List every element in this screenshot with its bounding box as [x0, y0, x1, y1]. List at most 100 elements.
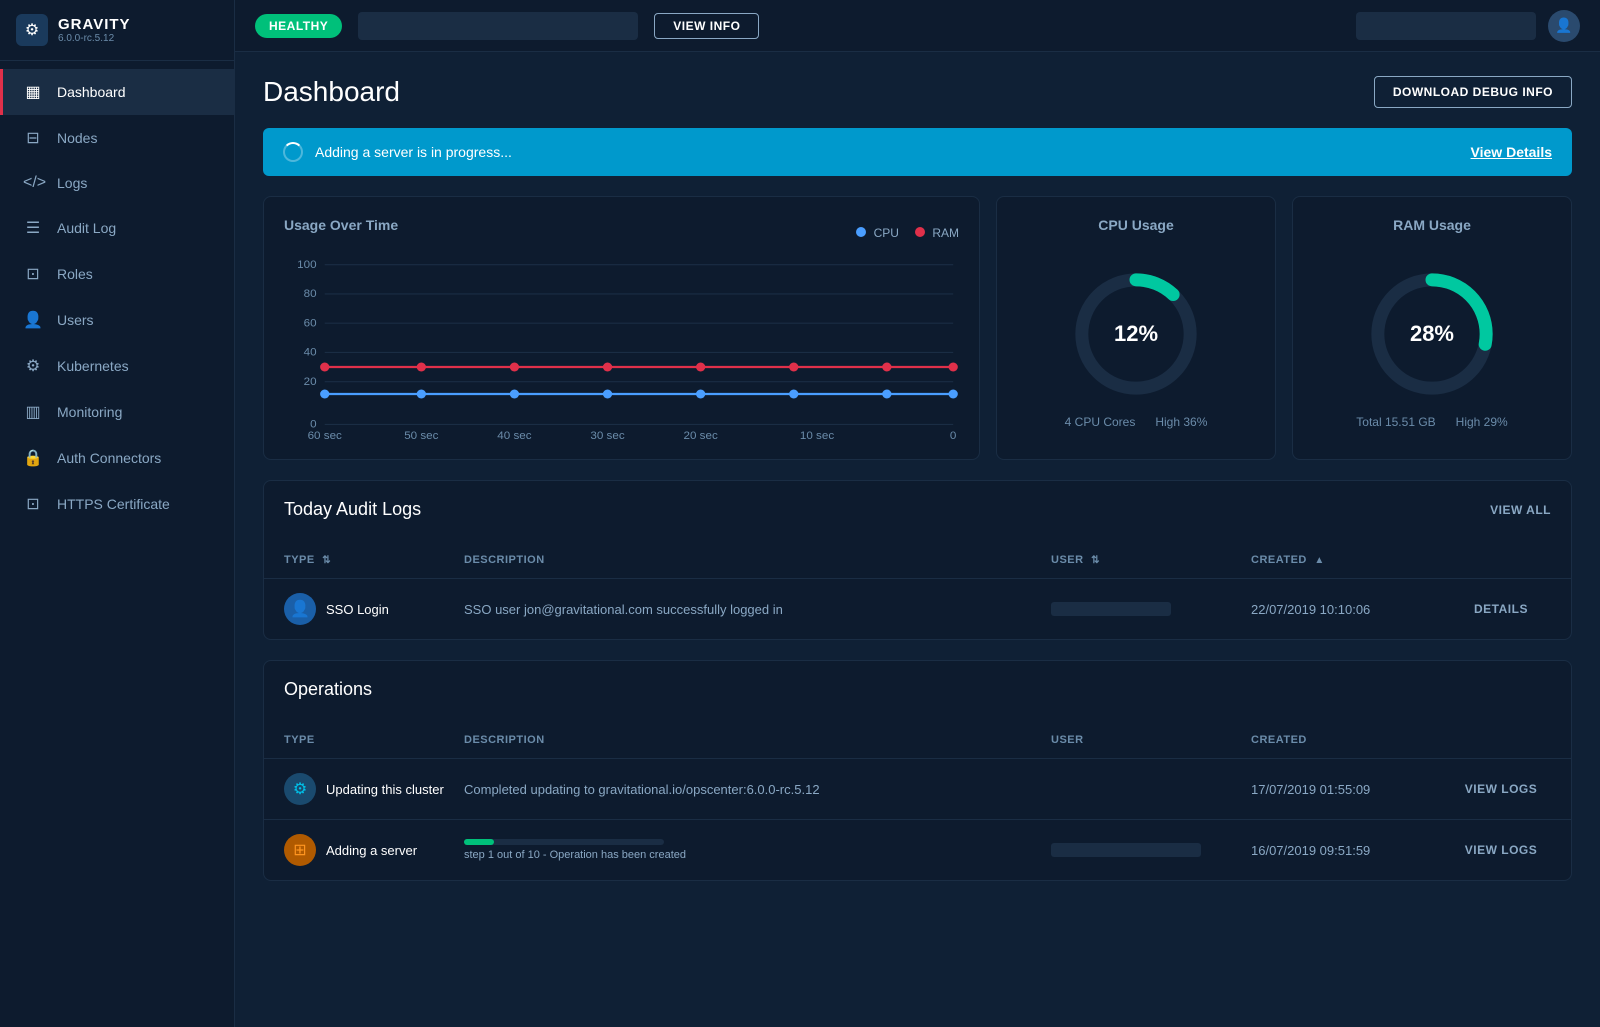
operations-table-header: TYPE DESCRIPTION USER CREATED	[264, 722, 1571, 759]
progress-bar-inner	[464, 839, 494, 845]
progress-banner-link[interactable]: View Details	[1471, 144, 1552, 160]
sidebar-item-label: Nodes	[57, 130, 97, 146]
ram-high-label: High 29%	[1456, 415, 1508, 429]
operations-section-header: Operations	[284, 679, 1551, 700]
sidebar-item-logs[interactable]: </> Logs	[0, 161, 234, 205]
cpu-dot	[603, 390, 612, 399]
sidebar-item-label: Audit Log	[57, 220, 116, 236]
ram-gauge-wrapper: 28%	[1367, 269, 1497, 399]
sidebar-item-auth-connectors[interactable]: 🔒 Auth Connectors	[0, 435, 234, 481]
ram-legend-item: RAM	[915, 226, 959, 240]
ops-col-action	[1451, 734, 1551, 746]
topbar: HEALTHY VIEW INFO 👤	[235, 0, 1600, 52]
user-placeholder	[1051, 843, 1201, 857]
ram-dot	[696, 363, 705, 372]
operations-header-wrapper: Operations	[264, 661, 1571, 722]
cpu-usage-title: CPU Usage	[1098, 217, 1173, 233]
col-type: TYPE ⇅	[284, 554, 464, 566]
sidebar-item-kubernetes[interactable]: ⚙ Kubernetes	[0, 343, 234, 389]
ram-gauge-stats: Total 15.51 GB High 29%	[1356, 415, 1507, 429]
operations-section: Operations TYPE DESCRIPTION USER CREATED…	[263, 660, 1572, 881]
type-label: Updating this cluster	[326, 782, 444, 797]
sidebar-item-label: HTTPS Certificate	[57, 496, 170, 512]
ram-dot	[603, 363, 612, 372]
svg-text:40 sec: 40 sec	[497, 430, 532, 439]
description-cell: SSO user jon@gravitational.com successfu…	[464, 602, 1051, 617]
user-sort-icon: ⇅	[1091, 555, 1100, 566]
audit-log-icon: ☰	[23, 218, 43, 238]
created-cell: 16/07/2019 09:51:59	[1251, 843, 1451, 858]
sidebar-item-dashboard[interactable]: ▦ Dashboard	[0, 69, 234, 115]
ram-dot	[510, 363, 519, 372]
col-action	[1451, 554, 1551, 566]
audit-logs-title: Today Audit Logs	[284, 499, 421, 520]
download-debug-info-button[interactable]: DOWNLOAD DEBUG INFO	[1374, 76, 1572, 108]
svg-text:50 sec: 50 sec	[404, 430, 439, 439]
users-icon: 👤	[23, 310, 43, 330]
status-badge: HEALTHY	[255, 14, 342, 38]
view-logs-button[interactable]: VIEW LOGS	[1451, 843, 1551, 857]
ram-dot	[789, 363, 798, 372]
https-certificate-icon: ⊡	[23, 494, 43, 514]
audit-logs-view-all-button[interactable]: VIEW ALL	[1490, 503, 1551, 517]
ram-legend-dot	[915, 227, 925, 237]
topbar-cluster-name	[358, 12, 638, 40]
page-title: Dashboard	[263, 76, 400, 108]
cpu-dot	[417, 390, 426, 399]
sidebar-item-users[interactable]: 👤 Users	[0, 297, 234, 343]
cpu-high-label: High 36%	[1155, 415, 1207, 429]
sidebar: ⚙ GRAVITY 6.0.0-rc.5.12 ▦ Dashboard ⊟ No…	[0, 0, 235, 1027]
auth-connectors-icon: 🔒	[23, 448, 43, 468]
chart-svg: 100 80 60 40 20 0	[284, 259, 959, 439]
sidebar-item-https-certificate[interactable]: ⊡ HTTPS Certificate	[0, 481, 234, 527]
sidebar-item-monitoring[interactable]: ▥ Monitoring	[0, 389, 234, 435]
details-button[interactable]: DETAILS	[1451, 602, 1551, 616]
audit-logs-table-header: TYPE ⇅ DESCRIPTION USER ⇅ CREATED ▲	[264, 542, 1571, 579]
sidebar-item-nodes[interactable]: ⊟ Nodes	[0, 115, 234, 161]
avatar: 👤	[1548, 10, 1580, 42]
user-cell	[1051, 843, 1251, 857]
user-cell	[1051, 602, 1251, 616]
type-cell: ⚙ Updating this cluster	[284, 773, 464, 805]
view-info-button[interactable]: VIEW INFO	[654, 13, 759, 39]
sidebar-item-roles[interactable]: ⊡ Roles	[0, 251, 234, 297]
progress-banner-message: Adding a server is in progress...	[315, 144, 512, 160]
svg-text:20 sec: 20 sec	[684, 430, 719, 439]
sidebar-item-audit-log[interactable]: ☰ Audit Log	[0, 205, 234, 251]
type-label: Adding a server	[326, 843, 417, 858]
progress-spinner	[283, 142, 303, 162]
audit-logs-section: Today Audit Logs VIEW ALL TYPE ⇅ DESCRIP…	[263, 480, 1572, 640]
page-header: Dashboard DOWNLOAD DEBUG INFO	[263, 76, 1572, 108]
ram-dot	[882, 363, 891, 372]
usage-over-time-card: Usage Over Time CPU RAM	[263, 196, 980, 460]
cpu-usage-card: CPU Usage 12% 4 CPU Cores High 36%	[996, 196, 1276, 460]
cpu-dot	[949, 390, 958, 399]
col-created: CREATED ▲	[1251, 554, 1451, 566]
description-cell: Completed updating to gravitational.io/o…	[464, 782, 1051, 797]
update-icon: ⚙	[284, 773, 316, 805]
cpu-dot	[882, 390, 891, 399]
cpu-dot	[510, 390, 519, 399]
sso-icon: 👤	[284, 593, 316, 625]
sidebar-nav: ▦ Dashboard ⊟ Nodes </> Logs ☰ Audit Log…	[0, 61, 234, 1027]
table-row: ⚙ Updating this cluster Completed updati…	[264, 759, 1571, 820]
ram-usage-card: RAM Usage 28% Total 15.51 GB High 29%	[1292, 196, 1572, 460]
type-label: SSO Login	[326, 602, 389, 617]
ops-col-user: USER	[1051, 734, 1251, 746]
svg-text:60: 60	[304, 318, 317, 330]
progress-banner: Adding a server is in progress... View D…	[263, 128, 1572, 176]
svg-text:40: 40	[304, 347, 317, 359]
chart-legend: CPU RAM	[856, 226, 959, 240]
user-placeholder	[1051, 602, 1171, 616]
ram-dot	[949, 363, 958, 372]
sidebar-item-label: Monitoring	[57, 404, 122, 420]
sidebar-item-label: Auth Connectors	[57, 450, 161, 466]
sidebar-item-label: Users	[57, 312, 94, 328]
chart-header: Usage Over Time CPU RAM	[284, 217, 959, 249]
sidebar-item-label: Dashboard	[57, 84, 126, 100]
svg-text:30 sec: 30 sec	[590, 430, 625, 439]
content-area: Dashboard DOWNLOAD DEBUG INFO Adding a s…	[235, 52, 1600, 1027]
type-sort-icon: ⇅	[322, 555, 331, 566]
svg-text:20: 20	[304, 376, 317, 388]
view-logs-button[interactable]: VIEW LOGS	[1451, 782, 1551, 796]
